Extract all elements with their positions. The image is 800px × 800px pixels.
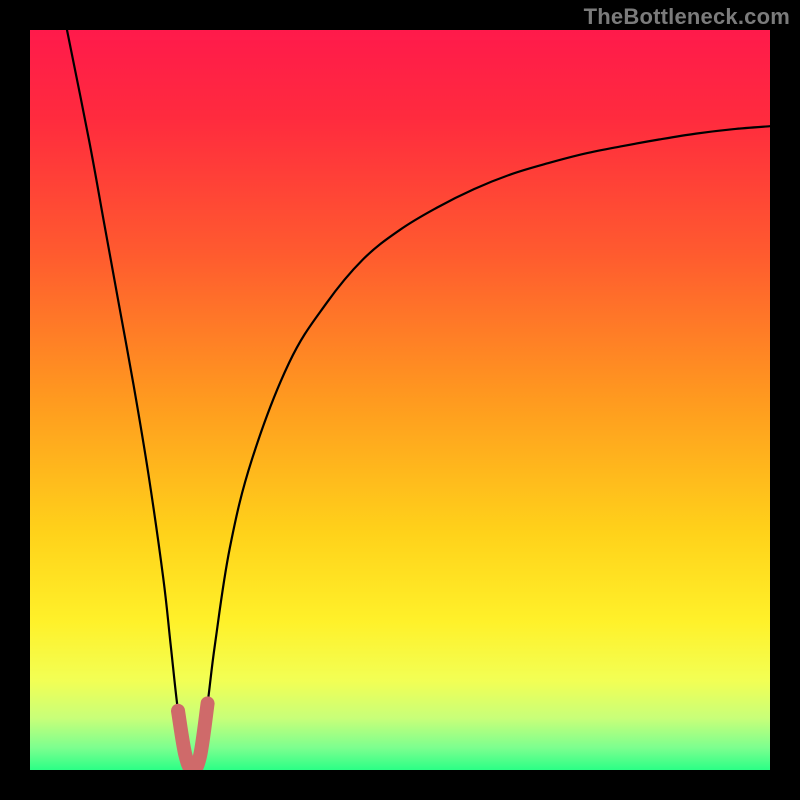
curve-layer — [30, 30, 770, 770]
plot-area — [30, 30, 770, 770]
chart-frame: TheBottleneck.com — [0, 0, 800, 800]
bottleneck-curve — [67, 30, 770, 770]
watermark-text: TheBottleneck.com — [584, 4, 790, 30]
minimum-highlight — [178, 703, 208, 770]
